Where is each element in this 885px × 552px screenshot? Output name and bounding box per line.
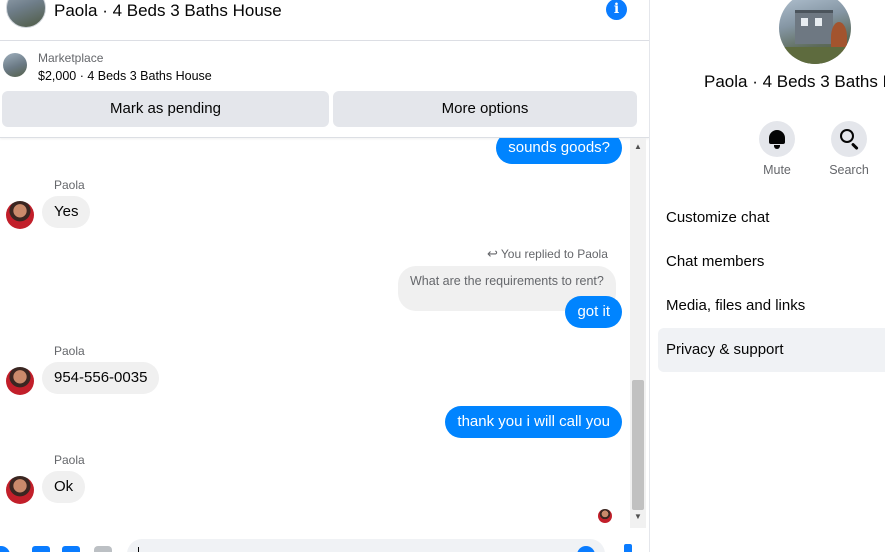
menu-item-chat-members[interactable]: Chat members bbox=[658, 240, 885, 284]
scroll-thumb[interactable] bbox=[632, 380, 644, 510]
incoming-message[interactable]: Ok bbox=[42, 471, 86, 503]
message-scrollbar[interactable]: ▲ ▼ bbox=[630, 138, 646, 528]
sender-name: Paola bbox=[54, 178, 85, 192]
mark-as-pending-button[interactable]: Mark as pending bbox=[2, 91, 329, 127]
search-handle bbox=[850, 142, 859, 151]
listing-summary[interactable]: $2,000 · 4 Beds 3 Baths House bbox=[38, 69, 212, 83]
window-shape bbox=[815, 18, 822, 26]
lawn-shape bbox=[779, 47, 851, 64]
search-label: Search bbox=[829, 163, 869, 177]
menu-item-customize-chat[interactable]: Customize chat bbox=[658, 196, 885, 240]
sender-name: Paola bbox=[54, 453, 85, 467]
message-input[interactable] bbox=[127, 539, 605, 552]
gallery-icon[interactable] bbox=[32, 546, 50, 552]
reply-indicator: ↩ You replied to Paola bbox=[487, 246, 608, 262]
chat-header: Paola · 4 Beds 3 Baths House i bbox=[0, 0, 649, 41]
listing-avatar[interactable] bbox=[6, 0, 46, 28]
marketplace-banner: Marketplace $2,000 · 4 Beds 3 Baths Hous… bbox=[0, 41, 649, 138]
outgoing-message[interactable]: sounds goods? bbox=[496, 138, 622, 164]
chat-pane: Paola · 4 Beds 3 Baths House i Marketpla… bbox=[0, 0, 650, 552]
sender-name: Paola bbox=[54, 344, 85, 358]
message-composer bbox=[0, 530, 649, 552]
conversation-name: Paola · 4 Beds 3 Baths House bbox=[704, 72, 885, 91]
window-shape bbox=[801, 18, 808, 26]
bell-body bbox=[769, 130, 785, 144]
house-shape bbox=[795, 10, 833, 44]
sender-avatar[interactable] bbox=[6, 476, 34, 504]
search-lens bbox=[840, 129, 854, 143]
search-button[interactable]: Search bbox=[829, 121, 869, 177]
bell-clapper bbox=[774, 145, 780, 149]
outgoing-message[interactable]: thank you i will call you bbox=[445, 406, 622, 438]
scroll-up-arrow-icon[interactable]: ▲ bbox=[630, 140, 646, 154]
message-list: sounds goods? Paola Yes ↩ You replied to … bbox=[0, 138, 630, 530]
menu-item-media-files-links[interactable]: Media, files and links bbox=[658, 284, 885, 328]
incoming-message[interactable]: 954-556-0035 bbox=[42, 362, 160, 394]
mute-label: Mute bbox=[763, 163, 791, 177]
mute-button[interactable]: Mute bbox=[757, 121, 797, 177]
listing-photo[interactable] bbox=[779, 0, 851, 64]
plus-icon[interactable] bbox=[0, 546, 10, 552]
gif-icon[interactable] bbox=[94, 546, 112, 552]
info-icon[interactable]: i bbox=[606, 0, 627, 20]
conversation-info-pane: Paola · 4 Beds 3 Baths House Mute Search… bbox=[650, 0, 885, 552]
marketplace-label: Marketplace bbox=[38, 51, 104, 65]
sticker-icon[interactable] bbox=[62, 546, 80, 552]
bell-icon[interactable] bbox=[759, 121, 795, 157]
sender-avatar[interactable] bbox=[6, 201, 34, 229]
reply-label-text: You replied to Paola bbox=[500, 247, 608, 261]
search-icon[interactable] bbox=[831, 121, 867, 157]
read-receipt-avatar bbox=[598, 509, 612, 523]
chat-title[interactable]: Paola · 4 Beds 3 Baths House bbox=[54, 1, 282, 21]
text-caret bbox=[138, 547, 139, 552]
menu-item-privacy-support[interactable]: Privacy & support bbox=[658, 328, 885, 372]
like-icon[interactable] bbox=[624, 544, 632, 552]
sender-avatar[interactable] bbox=[6, 367, 34, 395]
incoming-message[interactable]: Yes bbox=[42, 196, 91, 228]
scroll-down-arrow-icon[interactable]: ▼ bbox=[630, 510, 646, 524]
listing-thumbnail[interactable] bbox=[3, 53, 27, 77]
reply-icon: ↩ bbox=[487, 246, 498, 261]
outgoing-message[interactable]: got it bbox=[565, 296, 622, 328]
more-options-button[interactable]: More options bbox=[333, 91, 637, 127]
